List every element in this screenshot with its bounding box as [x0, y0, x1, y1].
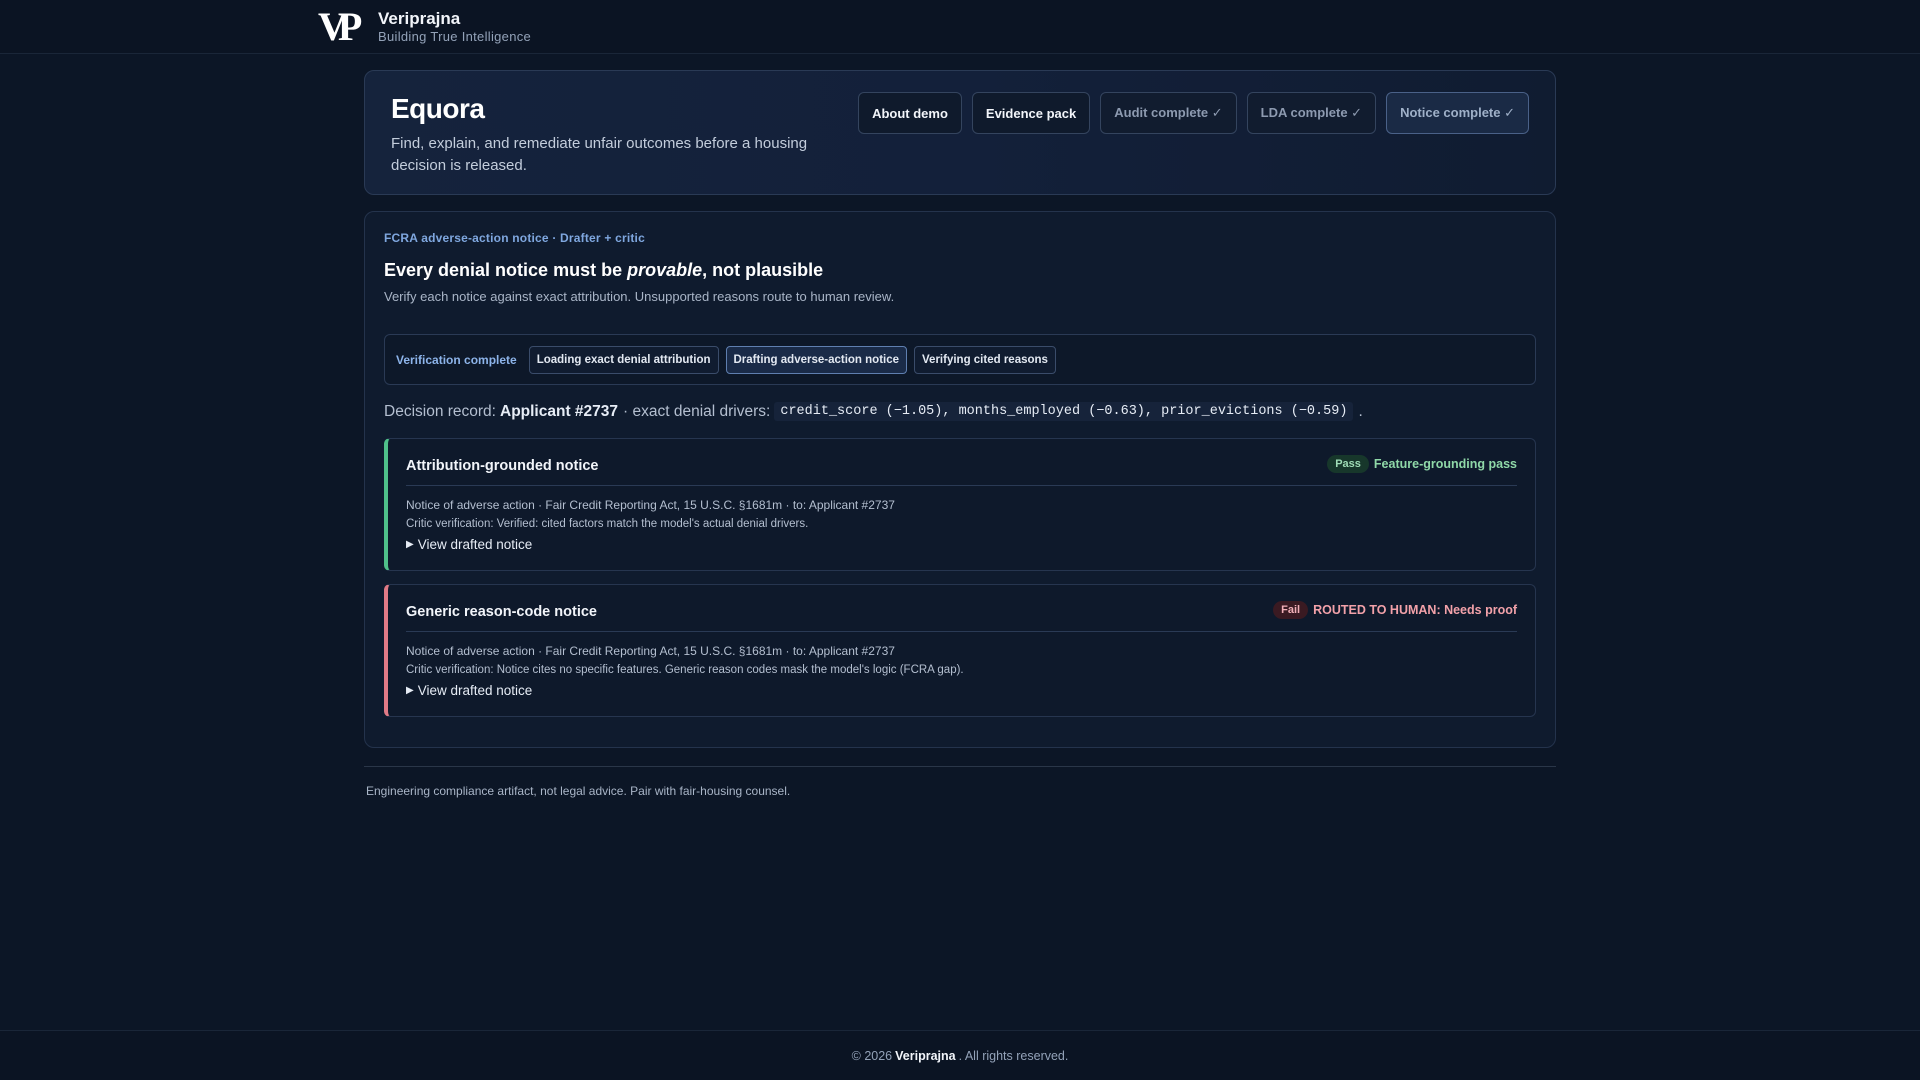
- verdict: Fail ROUTED TO HUMAN: Needs proof: [1273, 601, 1517, 619]
- view-drafted-notice-toggle[interactable]: ▶ View drafted notice: [406, 537, 532, 552]
- triangle-right-icon: ▶: [406, 539, 414, 550]
- critic-verification: Critic verification: Notice cites no spe…: [406, 664, 964, 676]
- attribution-grounded-notice-card: Attribution-grounded notice Pass Feature…: [384, 438, 1536, 571]
- record-suffix: .: [1358, 402, 1363, 420]
- step-verifying-reasons[interactable]: Verifying cited reasons: [914, 345, 1056, 374]
- step-loading-attribution[interactable]: Loading exact denial attribution: [528, 345, 719, 374]
- divider: [406, 631, 1517, 632]
- brand[interactable]: VP Veriprajna Building True Intelligence: [318, 4, 531, 49]
- page-title: Equora: [391, 93, 485, 124]
- panel-subline: Verify each notice against exact attribu…: [384, 289, 895, 304]
- denial-drivers-code: credit_score (−1.05), months_employed (−…: [774, 402, 1354, 421]
- decision-record: Decision record: Applicant #2737 · exact…: [384, 402, 1363, 421]
- verdict-text: Feature-grounding pass: [1373, 457, 1517, 471]
- panel-eyebrow: FCRA adverse-action notice · Drafter + c…: [384, 231, 645, 245]
- divider: [406, 485, 1517, 486]
- legal-footnote: Engineering compliance artifact, not leg…: [366, 784, 791, 798]
- footer-prefix: © 2026: [851, 1048, 893, 1063]
- critic-verification: Critic verification: Verified: cited fac…: [406, 518, 809, 530]
- card-title: Attribution-grounded notice: [406, 458, 599, 474]
- lda-complete-button[interactable]: LDA complete ✓: [1246, 92, 1377, 134]
- brand-tagline: Building True Intelligence: [378, 29, 532, 44]
- step-drafting-notice[interactable]: Drafting adverse-action notice: [725, 345, 908, 374]
- brand-name: Veriprajna: [378, 9, 461, 28]
- about-demo-button[interactable]: About demo: [858, 92, 962, 134]
- hero-card: Equora Find, explain, and remediate unfa…: [364, 70, 1556, 195]
- hero-description: Find, explain, and remediate unfair outc…: [391, 135, 808, 174]
- evidence-pack-button[interactable]: Evidence pack: [971, 92, 1091, 134]
- hero-actions: About demo Evidence pack Audit complete …: [858, 92, 1529, 134]
- footer-suffix: . All rights reserved.: [958, 1048, 1069, 1063]
- pass-badge: Pass: [1327, 455, 1369, 473]
- view-drafted-notice-toggle[interactable]: ▶ View drafted notice: [406, 683, 532, 698]
- verdict-text: ROUTED TO HUMAN: Needs proof: [1313, 603, 1517, 617]
- fail-badge: Fail: [1273, 601, 1309, 619]
- page-footer: © 2026 Veriprajna . All rights reserved.: [0, 1030, 1920, 1080]
- footer-brand[interactable]: Veriprajna: [895, 1049, 955, 1063]
- record-applicant: Applicant #2737: [500, 402, 619, 420]
- triangle-right-icon: ▶: [406, 685, 414, 696]
- footnote-divider: [364, 766, 1556, 767]
- toggle-label: View drafted notice: [417, 537, 533, 552]
- record-middle: · exact denial drivers:: [623, 402, 771, 420]
- verdict: Pass Feature-grounding pass: [1327, 455, 1517, 473]
- notice-meta: Notice of adverse action · Fair Credit R…: [406, 498, 895, 512]
- toggle-label: View drafted notice: [417, 683, 533, 698]
- brand-text: Veriprajna Building True Intelligence: [378, 9, 531, 45]
- veriprajna-logo-icon: VP: [318, 4, 362, 49]
- notice-panel: FCRA adverse-action notice · Drafter + c…: [364, 211, 1556, 748]
- audit-complete-button[interactable]: Audit complete ✓: [1100, 92, 1237, 134]
- heading-part: , not plausible: [702, 260, 824, 280]
- generic-reason-code-notice-card: Generic reason-code notice Fail ROUTED T…: [384, 584, 1536, 717]
- pipeline-steps: Verification complete Loading exact deni…: [384, 334, 1536, 385]
- card-title: Generic reason-code notice: [406, 604, 597, 620]
- heading-emphasis: provable: [627, 260, 703, 280]
- top-bar: VP Veriprajna Building True Intelligence: [0, 0, 1920, 54]
- heading-part: Every denial notice must be: [384, 260, 628, 280]
- record-prefix: Decision record:: [384, 402, 496, 420]
- notice-meta: Notice of adverse action · Fair Credit R…: [406, 644, 895, 658]
- panel-heading: Every denial notice must be provable, no…: [384, 260, 823, 281]
- verification-status: Verification complete: [396, 352, 517, 367]
- notice-complete-button[interactable]: Notice complete ✓: [1386, 92, 1529, 134]
